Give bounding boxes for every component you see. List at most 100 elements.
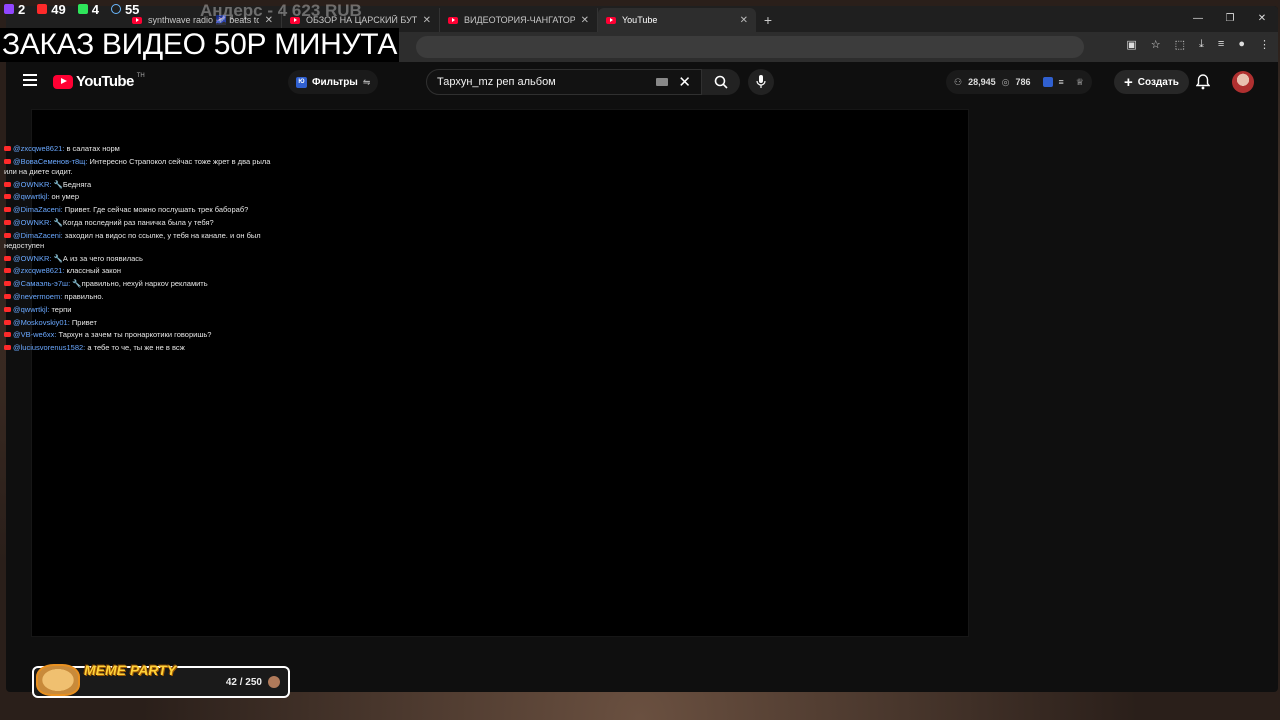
stat-watch: 786 [1015, 77, 1031, 87]
restore-icon[interactable]: ❐ [1214, 6, 1246, 30]
viewers-count: 55 [124, 1, 140, 17]
clear-search-icon[interactable]: ✕ [678, 73, 691, 91]
chat-username: @luciusvorenus1582: [13, 343, 86, 353]
search-value: Тархун_mz реп альбом [437, 76, 556, 88]
youtube-icon [4, 306, 11, 312]
twitch-count: 2 [18, 1, 26, 17]
youtube-count: 49 [51, 1, 66, 17]
microphone-icon [756, 75, 766, 88]
extension-badge-icon: Ю [296, 76, 307, 88]
menu-dots-icon[interactable]: ⋮ [1259, 38, 1270, 51]
youtube-icon [4, 255, 11, 261]
chat-username: @VB-we6xx: [13, 330, 57, 340]
youtube-icon [4, 146, 11, 151]
youtube-icon [4, 194, 11, 200]
create-label: Создать [1137, 76, 1179, 88]
create-button[interactable]: + Создать [1114, 70, 1189, 94]
chat-message: @zxcqwe8621: в салатах норм [4, 144, 284, 154]
youtube-icon [4, 232, 11, 238]
chat-text: 🔧Когда последний раз паничка была у тебя… [51, 217, 214, 227]
omnibox[interactable] [416, 36, 1084, 58]
eye-icon: ◎ [1001, 76, 1010, 87]
search-button[interactable] [702, 69, 740, 95]
youtube-favicon-icon [448, 16, 458, 24]
download-icon[interactable]: ⤓ [1199, 38, 1204, 51]
hamburger-menu-icon[interactable] [23, 74, 37, 86]
extension-stats[interactable]: ⚇ 28,945 ◎ 786 ≡ ♕ [946, 70, 1092, 94]
plus-icon: + [1124, 73, 1133, 91]
chat-text: Тархун а зачем ты пронаркотики говоришь? [56, 330, 212, 340]
chat-message: @nevermoem: правильно. [4, 292, 284, 302]
chat-text: правильно. [62, 291, 104, 301]
sliders-icon: ⇋ [362, 76, 371, 87]
media-icon[interactable]: ≡ [1218, 38, 1224, 51]
chat-username: @ВоваСеменов-т8щ: [13, 156, 88, 166]
meme-party-widget: MEME PARTY 42 / 250 [32, 662, 290, 698]
meme-party-label: MEME PARTY [84, 662, 177, 678]
youtube-icon [4, 345, 11, 351]
search-icon [714, 75, 728, 89]
chat-text: классный закон [64, 266, 121, 276]
browser-toolbar: ▣ ☆ ⬚ ⤓ ≡ ● ⋮ [1126, 38, 1270, 51]
chat-username: @OWNKR: [13, 179, 52, 189]
tab-close-icon[interactable]: ✕ [423, 15, 431, 26]
chat-username: @DimaZaceni: [13, 230, 63, 240]
chat-message: @Moskovskiy01: Привет [4, 318, 284, 328]
chat-message: @qwwrtkjl: терпи [4, 305, 284, 315]
youtube-icon [4, 332, 11, 338]
youtube-icon [4, 207, 11, 213]
filters-button[interactable]: Ю Фильтры ⇋ [288, 70, 379, 94]
stream-chat: @zxcqwe8621: в салатах норм @ВоваСеменов-… [4, 144, 284, 356]
bookmark-star-icon[interactable]: ☆ [1151, 38, 1161, 51]
notifications-icon[interactable] [1195, 74, 1211, 95]
youtube-icon [4, 319, 11, 325]
kick-count: 4 [91, 1, 99, 17]
extensions-icon[interactable]: ⬚ [1175, 38, 1185, 51]
chat-text: Привет. Где сейчас можно послушать трек … [62, 205, 249, 215]
keyboard-icon[interactable] [656, 78, 669, 86]
chat-message: @VB-we6xx: Тархун а зачем ты пронаркотик… [4, 330, 284, 340]
chat-message: @OWNKR: 🔧Бедняга [4, 180, 284, 190]
youtube-header: YouTube TH Ю Фильтры ⇋ Тархун_mz реп аль… [6, 62, 1278, 102]
youtube-favicon-icon [606, 16, 616, 24]
window-controls: — ❐ ✕ [1182, 6, 1278, 30]
tab-close-icon[interactable]: ✕ [581, 15, 589, 26]
chat-username: @OWNKR: [13, 217, 52, 227]
youtube-wordmark: YouTube [76, 73, 134, 90]
tab-youtube[interactable]: YouTube ✕ [598, 8, 756, 32]
chat-username: @Moskovskiy01: [13, 317, 70, 327]
chat-text: 🔧правильно, нехуй наркоv рекламить [70, 279, 208, 289]
donation-alert: Андерс - 4 623 RUB [200, 1, 362, 20]
close-window-icon[interactable]: ✕ [1246, 6, 1278, 30]
voice-search-button[interactable] [748, 69, 774, 95]
cast-icon[interactable]: ▣ [1126, 38, 1136, 51]
minimize-icon[interactable]: — [1182, 6, 1214, 30]
stat-views: 28,945 [968, 77, 996, 87]
chat-username: @nevermoem: [13, 291, 63, 301]
avatar[interactable] [1232, 71, 1254, 93]
search-input[interactable]: Тархун_mz реп альбом ✕ [426, 69, 702, 95]
tab-title: YouTube [622, 15, 658, 25]
list-icon: ≡ [1058, 77, 1064, 87]
meme-party-count: 42 / 250 [225, 677, 262, 688]
filters-label: Фильтры [312, 76, 358, 88]
twitch-icon [4, 4, 14, 14]
youtube-icon [4, 293, 11, 299]
tab-videotoria[interactable]: ВИДЕОТОРИЯ-ЧАНГАТОРИЯ ✕ [440, 8, 598, 32]
chat-message: @DimaZaceni: Привет. Где сейчас можно по… [4, 205, 284, 215]
chat-username: @Самаэль-э7ш: [13, 279, 71, 289]
chat-username: @zxcqwe8621: [13, 144, 65, 153]
tab-close-icon[interactable]: ✕ [740, 15, 748, 26]
chat-text: он умер [49, 192, 80, 202]
extension-badge-icon [1042, 77, 1053, 87]
youtube-logo[interactable]: YouTube TH [53, 73, 145, 90]
trophy-icon: ♕ [1075, 76, 1084, 87]
chat-username: @zxcqwe8621: [13, 266, 65, 276]
chat-username: @DimaZaceni: [13, 205, 63, 215]
stream-platform-counters: 2 49 4 55 [0, 0, 139, 18]
profile-icon[interactable]: ● [1238, 38, 1245, 51]
youtube-icon [4, 219, 11, 225]
chat-text: 🔧А из за чего появилась [51, 253, 143, 263]
chat-message: @luciusvorenus1582: а тебе то че, ты же … [4, 343, 284, 353]
new-tab-button[interactable]: + [756, 8, 780, 32]
